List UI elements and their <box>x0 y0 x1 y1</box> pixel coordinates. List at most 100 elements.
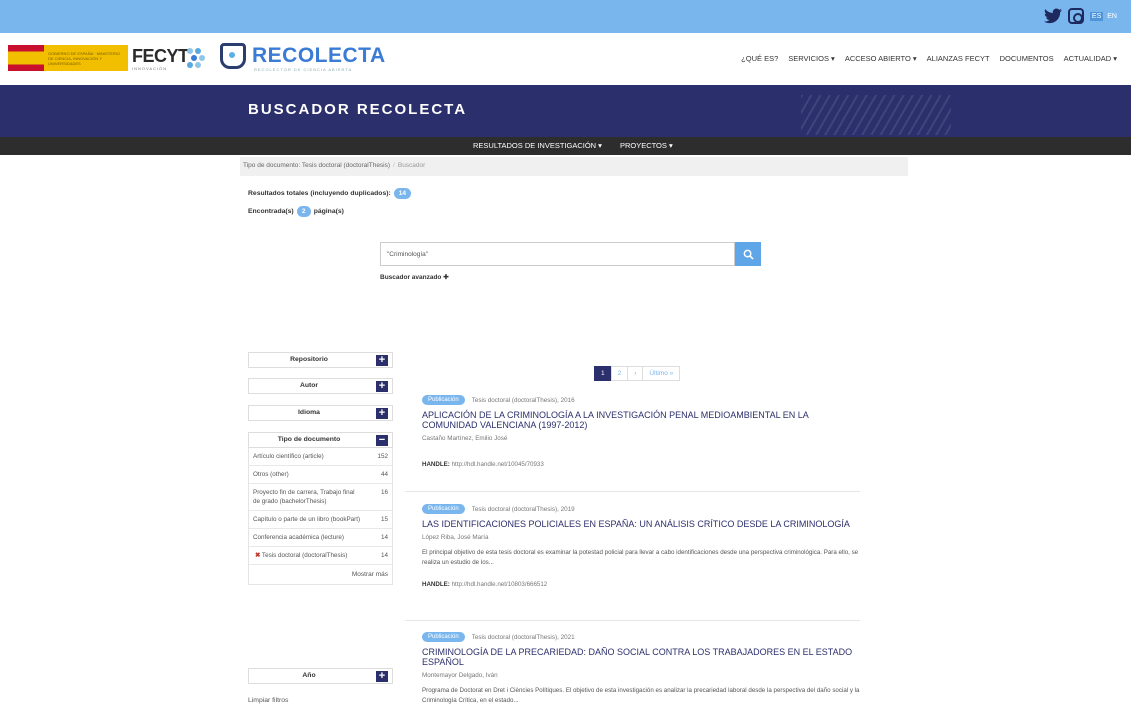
result-item: Publicación Tesis doctoral (doctoralThesi… <box>422 395 860 468</box>
result-title[interactable]: LAS IDENTIFICACIONES POLICIALES EN ESPAÑ… <box>422 519 860 529</box>
facet-anio[interactable]: Año + <box>248 668 393 684</box>
pages-found: Encontrada(s) 2 página(s) <box>248 206 344 217</box>
pagination: 1 2 › Último » <box>594 366 681 381</box>
nav-acceso-abierto[interactable]: ACCESO ABIERTO ▾ <box>845 54 917 63</box>
facet-option-count: 44 <box>380 471 388 478</box>
pages-suffix: página(s) <box>313 208 344 215</box>
result-title[interactable]: APLICACIÓN DE LA CRIMINOLOGÍA A LA INVES… <box>422 410 860 430</box>
facet-option-count: 14 <box>380 534 388 541</box>
social-links: ES EN <box>1043 8 1119 24</box>
recolecta-logo-icon <box>220 43 246 69</box>
pages-prefix: Encontrada(s) <box>248 208 294 215</box>
facet-option-count: 14 <box>380 552 388 559</box>
recolecta-logo[interactable]: RECOLECTA <box>220 43 386 69</box>
expand-icon[interactable]: + <box>376 408 388 419</box>
result-author[interactable]: Montemayor Delgado, Iván <box>422 672 860 679</box>
facet-tipo-list: Artículo científico (article) 152 Otros (… <box>248 448 393 585</box>
results-total: Resultados totales (incluyendo duplicado… <box>248 188 411 199</box>
search-input[interactable]: "Criminología" <box>380 242 735 266</box>
facet-option-count: 15 <box>380 516 388 523</box>
facet-repositorio[interactable]: Repositorio + <box>248 352 393 368</box>
facet-option-label: Artículo científico (article) <box>253 453 324 460</box>
page-2-button[interactable]: 2 <box>610 366 629 381</box>
result-author[interactable]: Castaño Martínez, Emilio José <box>422 435 860 442</box>
facet-option-label: Proyecto fin de carrera, Trabajo final d… <box>253 489 355 505</box>
expand-icon[interactable]: + <box>376 671 388 682</box>
handle-label: HANDLE: <box>422 461 450 468</box>
handle-link[interactable]: http://hdl.handle.net/10045/70933 <box>452 461 544 468</box>
nav-que-es[interactable]: ¿QUÉ ES? <box>741 54 778 63</box>
facet-autor[interactable]: Autor + <box>248 378 393 394</box>
page-1-button[interactable]: 1 <box>594 366 612 381</box>
page-title: BUSCADOR RECOLECTA <box>248 101 468 118</box>
twitter-icon[interactable] <box>1043 8 1062 24</box>
subnav-resultados[interactable]: RESULTADOS DE INVESTIGACIÓN ▾ <box>473 141 602 150</box>
breadcrumb-separator: / <box>393 162 395 169</box>
clear-filters-link[interactable]: Limpiar filtros <box>248 697 288 704</box>
lang-en[interactable]: EN <box>1105 12 1119 21</box>
facet-label: Año <box>302 672 316 679</box>
nav-servicios[interactable]: SERVICIOS ▾ <box>788 54 835 63</box>
facet-label: Autor <box>299 382 319 389</box>
facet-option[interactable]: Proyecto fin de carrera, Trabajo final d… <box>249 484 392 511</box>
result-meta: Tesis doctoral (doctoralThesis), 2016 <box>471 396 575 404</box>
result-author[interactable]: López Riba, José María <box>422 534 860 541</box>
instagram-icon[interactable] <box>1067 8 1084 24</box>
facet-option-count: 16 <box>380 489 388 496</box>
facet-option[interactable]: Otros (other) 44 <box>249 466 392 484</box>
facet-option-selected[interactable]: ✖ Tesis doctoral (doctoralThesis) 14 <box>249 547 392 565</box>
show-more-link[interactable]: Mostrar más <box>249 565 392 584</box>
spain-flag-icon <box>8 45 44 71</box>
facet-option[interactable]: Conferencia académica (lecture) 14 <box>249 529 392 547</box>
pages-count: 2 <box>296 206 311 217</box>
result-meta: Tesis doctoral (doctoralThesis), 2021 <box>471 633 575 641</box>
fecyt-subtitle: INNOVACIÓN <box>132 66 168 71</box>
type-badge: Publicación <box>422 504 465 514</box>
facet-option[interactable]: Artículo científico (article) 152 <box>249 448 392 466</box>
subnav-proyectos[interactable]: PROYECTOS ▾ <box>620 141 673 150</box>
hero-banner: BUSCADOR RECOLECTA <box>0 85 1131 137</box>
advanced-search-link[interactable]: Buscador avanzado ✚ <box>380 273 449 281</box>
facet-option-label: Otros (other) <box>253 471 289 478</box>
nav-actualidad[interactable]: ACTUALIDAD ▾ <box>1064 54 1117 63</box>
result-item: Publicación Tesis doctoral (doctoralThesi… <box>422 632 860 706</box>
facet-option-count: 152 <box>377 453 388 460</box>
handle-label: HANDLE: <box>422 581 450 588</box>
results-total-count: 14 <box>393 188 411 199</box>
search-button[interactable] <box>735 242 761 266</box>
result-divider <box>405 620 860 621</box>
expand-icon[interactable]: + <box>376 355 388 366</box>
main-nav: ¿QUÉ ES? SERVICIOS ▾ ACCESO ABIERTO ▾ AL… <box>741 54 1117 63</box>
recolecta-subtitle: RECOLECTOR DE CIENCIA ABIERTA <box>254 67 353 72</box>
result-abstract: El principal objetivo de esta tesis doct… <box>422 549 859 566</box>
next-page-button[interactable]: › <box>627 366 644 381</box>
handle-link[interactable]: http://hdl.handle.net/10803/666512 <box>452 581 548 588</box>
advanced-search-label: Buscador avanzado <box>380 274 442 281</box>
facet-option[interactable]: Capítulo o parte de un libro (bookPart) 1… <box>249 511 392 529</box>
plus-icon: ✚ <box>443 274 449 281</box>
government-text: GOBIERNO DE ESPAÑA · MINISTERIO DE CIENC… <box>44 45 128 71</box>
search-subnav: RESULTADOS DE INVESTIGACIÓN ▾ PROYECTOS … <box>0 137 1131 155</box>
fecyt-dots-icon <box>187 48 205 68</box>
breadcrumb-current: Buscador <box>397 162 426 169</box>
fecyt-logo[interactable]: FECYT <box>132 46 189 67</box>
collapse-icon[interactable]: − <box>376 435 388 446</box>
nav-documentos[interactable]: DOCUMENTOS <box>1000 54 1054 63</box>
last-page-button[interactable]: Último » <box>642 366 681 381</box>
result-item: Publicación Tesis doctoral (doctoralThesi… <box>422 504 860 588</box>
search-bar: "Criminología" <box>380 242 761 266</box>
expand-icon[interactable]: + <box>376 381 388 392</box>
nav-alianzas-fecyt[interactable]: ALIANZAS FECYT <box>927 54 990 63</box>
result-divider <box>405 491 860 492</box>
government-logo[interactable]: GOBIERNO DE ESPAÑA · MINISTERIO DE CIENC… <box>8 45 128 71</box>
remove-filter-icon[interactable]: ✖ <box>255 552 260 559</box>
facet-tipo-documento[interactable]: Tipo de documento − <box>248 432 393 448</box>
facet-label: Tipo de documento <box>277 436 341 443</box>
breadcrumb: Tipo de documento: Tesis doctoral (docto… <box>240 157 908 176</box>
facet-idioma[interactable]: Idioma + <box>248 405 393 421</box>
breadcrumb-filter[interactable]: Tipo de documento: Tesis doctoral (docto… <box>243 162 390 169</box>
language-switcher: ES EN <box>1089 11 1119 21</box>
lang-es[interactable]: ES <box>1089 11 1104 21</box>
result-title[interactable]: CRIMINOLOGÍA DE LA PRECARIEDAD: DAÑO SOC… <box>422 647 860 667</box>
type-badge: Publicación <box>422 632 465 642</box>
